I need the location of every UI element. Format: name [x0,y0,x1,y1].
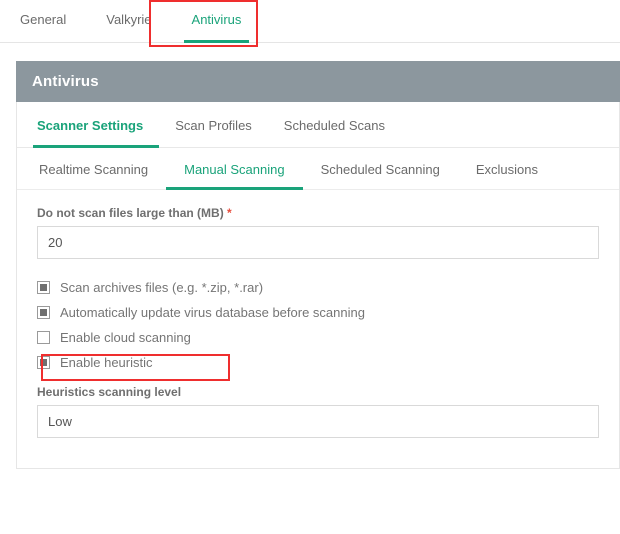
sub-tab-manual[interactable]: Manual Scanning [166,148,302,189]
checkbox-heuristic-label: Enable heuristic [60,355,153,370]
checkbox-cloud-label: Enable cloud scanning [60,330,191,345]
sub-tab-scheduled[interactable]: Scheduled Scanning [303,148,458,189]
checkbox-cloud-icon[interactable] [37,331,50,344]
checkbox-archives-icon[interactable] [37,281,50,294]
section-tabs: Scanner Settings Scan Profiles Scheduled… [17,102,619,148]
form-area: Do not scan files large than (MB) * Scan… [17,190,619,468]
section-tab-scanner-settings[interactable]: Scanner Settings [33,102,159,147]
heuristic-level-label: Heuristics scanning level [37,385,599,399]
file-size-label: Do not scan files large than (MB) * [37,206,599,220]
checkbox-autoupdate-icon[interactable] [37,306,50,319]
section-tab-scheduled-scans[interactable]: Scheduled Scans [268,102,401,147]
file-size-label-text: Do not scan files large than (MB) [37,206,224,220]
checkbox-heuristic-row[interactable]: Enable heuristic [37,350,599,375]
section-tab-scan-profiles[interactable]: Scan Profiles [159,102,268,147]
tab-antivirus[interactable]: Antivirus [172,0,262,42]
tab-valkyrie[interactable]: Valkyrie [86,0,171,42]
sub-tab-exclusions[interactable]: Exclusions [458,148,556,189]
checkbox-archives-row[interactable]: Scan archives files (e.g. *.zip, *.rar) [37,275,599,300]
settings-page: General Valkyrie Antivirus Antivirus Sca… [0,0,620,534]
file-size-input[interactable] [37,226,599,259]
panel-title: Antivirus [16,61,620,102]
checkbox-heuristic-icon[interactable] [37,356,50,369]
tab-general[interactable]: General [0,0,86,42]
heuristic-level-input[interactable] [37,405,599,438]
checkbox-archives-label: Scan archives files (e.g. *.zip, *.rar) [60,280,263,295]
panel-wrap: Antivirus Scanner Settings Scan Profiles… [0,43,620,469]
checkbox-autoupdate-row[interactable]: Automatically update virus database befo… [37,300,599,325]
checkbox-autoupdate-label: Automatically update virus database befo… [60,305,365,320]
sub-tab-realtime[interactable]: Realtime Scanning [35,148,166,189]
panel-body: Scanner Settings Scan Profiles Scheduled… [16,102,620,469]
top-tabs: General Valkyrie Antivirus [0,0,620,43]
required-marker: * [227,206,232,220]
sub-tabs: Realtime Scanning Manual Scanning Schedu… [17,148,619,190]
checkbox-cloud-row[interactable]: Enable cloud scanning [37,325,599,350]
